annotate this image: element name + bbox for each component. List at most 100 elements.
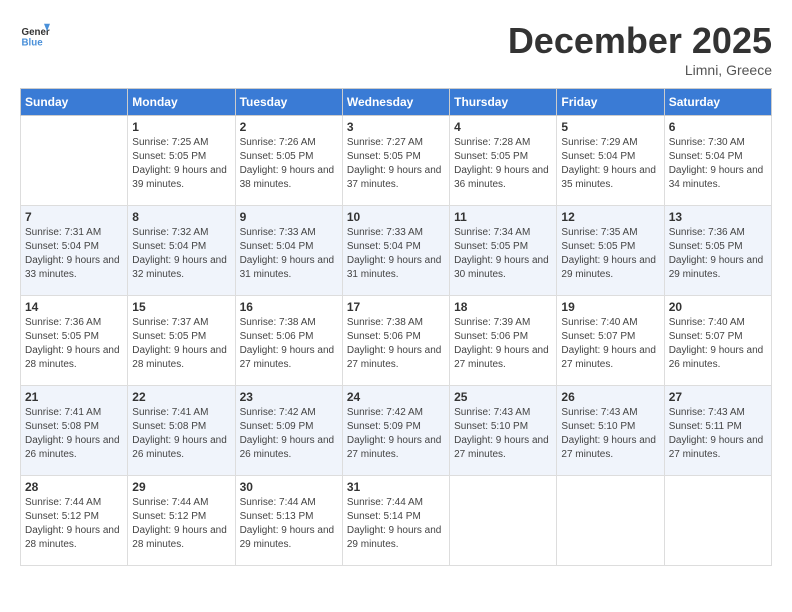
day-info: Sunrise: 7:44 AMSunset: 5:14 PMDaylight:… <box>347 496 445 552</box>
calendar-cell: 20 Sunrise: 7:40 AMSunset: 5:07 PMDayligh… <box>664 296 771 386</box>
calendar-cell: 31 Sunrise: 7:44 AMSunset: 5:14 PMDayligh… <box>342 476 449 566</box>
page-header: General Blue December 2025 Limni, Greece <box>20 20 772 78</box>
calendar-cell: 2 Sunrise: 7:26 AMSunset: 5:05 PMDaylight… <box>235 116 342 206</box>
logo: General Blue <box>20 20 50 50</box>
day-number: 24 <box>347 390 445 404</box>
day-number: 2 <box>240 120 338 134</box>
day-info: Sunrise: 7:35 AMSunset: 5:05 PMDaylight:… <box>561 226 659 282</box>
header-sunday: Sunday <box>21 89 128 116</box>
day-info: Sunrise: 7:38 AMSunset: 5:06 PMDaylight:… <box>347 316 445 372</box>
location: Limni, Greece <box>508 62 772 78</box>
calendar-cell: 30 Sunrise: 7:44 AMSunset: 5:13 PMDayligh… <box>235 476 342 566</box>
calendar-cell: 4 Sunrise: 7:28 AMSunset: 5:05 PMDaylight… <box>450 116 557 206</box>
day-number: 6 <box>669 120 767 134</box>
day-number: 31 <box>347 480 445 494</box>
day-number: 15 <box>132 300 230 314</box>
day-number: 25 <box>454 390 552 404</box>
day-number: 16 <box>240 300 338 314</box>
calendar-cell: 16 Sunrise: 7:38 AMSunset: 5:06 PMDayligh… <box>235 296 342 386</box>
calendar-cell: 8 Sunrise: 7:32 AMSunset: 5:04 PMDaylight… <box>128 206 235 296</box>
calendar-cell: 3 Sunrise: 7:27 AMSunset: 5:05 PMDaylight… <box>342 116 449 206</box>
day-info: Sunrise: 7:40 AMSunset: 5:07 PMDaylight:… <box>669 316 767 372</box>
calendar-week-4: 21Sunrise: 7:41 AMSunset: 5:08 PMDayligh… <box>21 386 772 476</box>
calendar-cell: 27Sunrise: 7:43 AMSunset: 5:11 PMDayligh… <box>664 386 771 476</box>
calendar-week-3: 14 Sunrise: 7:36 AMSunset: 5:05 PMDayligh… <box>21 296 772 386</box>
day-number: 29 <box>132 480 230 494</box>
calendar-cell: 24 Sunrise: 7:42 AMSunset: 5:09 PMDayligh… <box>342 386 449 476</box>
calendar-cell: 5Sunrise: 7:29 AMSunset: 5:04 PMDaylight… <box>557 116 664 206</box>
calendar-cell: 26 Sunrise: 7:43 AMSunset: 5:10 PMDayligh… <box>557 386 664 476</box>
day-info: Sunrise: 7:25 AMSunset: 5:05 PMDaylight:… <box>132 136 230 192</box>
day-number: 18 <box>454 300 552 314</box>
day-info: Sunrise: 7:44 AMSunset: 5:12 PMDaylight:… <box>132 496 230 552</box>
day-number: 26 <box>561 390 659 404</box>
calendar-cell: 6 Sunrise: 7:30 AMSunset: 5:04 PMDaylight… <box>664 116 771 206</box>
day-number: 9 <box>240 210 338 224</box>
day-info: Sunrise: 7:32 AMSunset: 5:04 PMDaylight:… <box>132 226 230 282</box>
day-number: 14 <box>25 300 123 314</box>
header-monday: Monday <box>128 89 235 116</box>
day-number: 10 <box>347 210 445 224</box>
svg-text:Blue: Blue <box>22 38 44 49</box>
day-info: Sunrise: 7:30 AMSunset: 5:04 PMDaylight:… <box>669 136 767 192</box>
day-info: Sunrise: 7:37 AMSunset: 5:05 PMDaylight:… <box>132 316 230 372</box>
calendar-week-2: 7 Sunrise: 7:31 AMSunset: 5:04 PMDaylight… <box>21 206 772 296</box>
day-info: Sunrise: 7:43 AMSunset: 5:10 PMDaylight:… <box>454 406 552 462</box>
day-info: Sunrise: 7:28 AMSunset: 5:05 PMDaylight:… <box>454 136 552 192</box>
calendar-cell <box>664 476 771 566</box>
calendar-cell: 12 Sunrise: 7:35 AMSunset: 5:05 PMDayligh… <box>557 206 664 296</box>
day-info: Sunrise: 7:27 AMSunset: 5:05 PMDaylight:… <box>347 136 445 192</box>
day-info: Sunrise: 7:29 AMSunset: 5:04 PMDaylight:… <box>561 136 659 192</box>
day-number: 28 <box>25 480 123 494</box>
day-info: Sunrise: 7:42 AMSunset: 5:09 PMDaylight:… <box>240 406 338 462</box>
calendar-cell: 13Sunrise: 7:36 AMSunset: 5:05 PMDayligh… <box>664 206 771 296</box>
day-info: Sunrise: 7:44 AMSunset: 5:13 PMDaylight:… <box>240 496 338 552</box>
calendar-week-1: 1 Sunrise: 7:25 AMSunset: 5:05 PMDaylight… <box>21 116 772 206</box>
calendar-cell: 10 Sunrise: 7:33 AMSunset: 5:04 PMDayligh… <box>342 206 449 296</box>
calendar-cell: 11 Sunrise: 7:34 AMSunset: 5:05 PMDayligh… <box>450 206 557 296</box>
day-info: Sunrise: 7:33 AMSunset: 5:04 PMDaylight:… <box>240 226 338 282</box>
header-saturday: Saturday <box>664 89 771 116</box>
calendar-cell: 7 Sunrise: 7:31 AMSunset: 5:04 PMDaylight… <box>21 206 128 296</box>
day-number: 21 <box>25 390 123 404</box>
day-number: 4 <box>454 120 552 134</box>
day-info: Sunrise: 7:39 AMSunset: 5:06 PMDaylight:… <box>454 316 552 372</box>
day-number: 11 <box>454 210 552 224</box>
calendar-cell: 19 Sunrise: 7:40 AMSunset: 5:07 PMDayligh… <box>557 296 664 386</box>
day-info: Sunrise: 7:40 AMSunset: 5:07 PMDaylight:… <box>561 316 659 372</box>
day-number: 13 <box>669 210 767 224</box>
calendar-cell <box>557 476 664 566</box>
day-number: 1 <box>132 120 230 134</box>
header-thursday: Thursday <box>450 89 557 116</box>
day-number: 12 <box>561 210 659 224</box>
calendar-cell: 14 Sunrise: 7:36 AMSunset: 5:05 PMDayligh… <box>21 296 128 386</box>
month-title: December 2025 <box>508 20 772 62</box>
calendar-table: Sunday Monday Tuesday Wednesday Thursday… <box>20 88 772 566</box>
calendar-cell <box>21 116 128 206</box>
day-number: 19 <box>561 300 659 314</box>
day-number: 3 <box>347 120 445 134</box>
day-number: 7 <box>25 210 123 224</box>
calendar-cell: 15 Sunrise: 7:37 AMSunset: 5:05 PMDayligh… <box>128 296 235 386</box>
day-info: Sunrise: 7:42 AMSunset: 5:09 PMDaylight:… <box>347 406 445 462</box>
day-info: Sunrise: 7:43 AMSunset: 5:10 PMDaylight:… <box>561 406 659 462</box>
header-friday: Friday <box>557 89 664 116</box>
title-block: December 2025 Limni, Greece <box>508 20 772 78</box>
day-number: 30 <box>240 480 338 494</box>
calendar-cell: 29 Sunrise: 7:44 AMSunset: 5:12 PMDayligh… <box>128 476 235 566</box>
day-info: Sunrise: 7:33 AMSunset: 5:04 PMDaylight:… <box>347 226 445 282</box>
day-info: Sunrise: 7:38 AMSunset: 5:06 PMDaylight:… <box>240 316 338 372</box>
calendar-week-5: 28 Sunrise: 7:44 AMSunset: 5:12 PMDayligh… <box>21 476 772 566</box>
calendar-cell: 17 Sunrise: 7:38 AMSunset: 5:06 PMDayligh… <box>342 296 449 386</box>
day-number: 8 <box>132 210 230 224</box>
day-number: 17 <box>347 300 445 314</box>
day-number: 20 <box>669 300 767 314</box>
day-info: Sunrise: 7:31 AMSunset: 5:04 PMDaylight:… <box>25 226 123 282</box>
day-info: Sunrise: 7:36 AMSunset: 5:05 PMDaylight:… <box>25 316 123 372</box>
calendar-cell: 18 Sunrise: 7:39 AMSunset: 5:06 PMDayligh… <box>450 296 557 386</box>
svg-text:General: General <box>22 27 51 38</box>
day-info: Sunrise: 7:34 AMSunset: 5:05 PMDaylight:… <box>454 226 552 282</box>
calendar-cell: 25 Sunrise: 7:43 AMSunset: 5:10 PMDayligh… <box>450 386 557 476</box>
day-info: Sunrise: 7:26 AMSunset: 5:05 PMDaylight:… <box>240 136 338 192</box>
calendar-cell: 1 Sunrise: 7:25 AMSunset: 5:05 PMDaylight… <box>128 116 235 206</box>
